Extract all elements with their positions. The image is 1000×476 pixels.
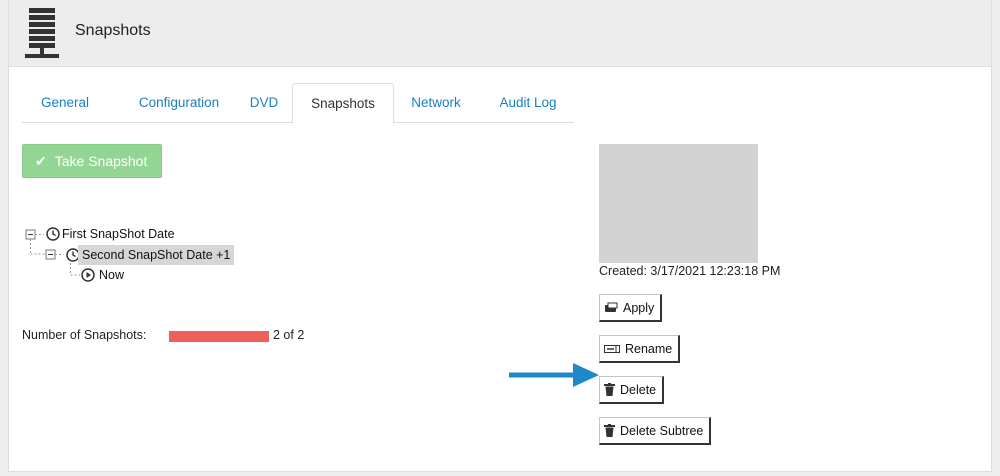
apply-button[interactable]: Apply — [599, 294, 663, 322]
tree-node-label: Now — [99, 268, 125, 282]
tab-dvd[interactable]: DVD — [234, 83, 294, 123]
tab-audit-log[interactable]: Audit Log — [486, 83, 570, 123]
delete-subtree-button[interactable]: Delete Subtree — [599, 417, 712, 445]
snapshots-panel: General Configuration DVD Snapshots Netw… — [8, 66, 992, 472]
snapshot-count-label: Number of Snapshots: — [22, 328, 147, 342]
tab-snapshots[interactable]: Snapshots — [292, 83, 394, 124]
rename-button[interactable]: Rename — [599, 335, 681, 363]
take-snapshot-label: Take Snapshot — [54, 153, 148, 169]
apply-label: Apply — [623, 300, 655, 315]
created-timestamp: Created: 3/17/2021 12:23:18 PM — [599, 264, 781, 278]
history-icon — [46, 227, 60, 241]
rename-label: Rename — [625, 341, 673, 356]
tree-node-now[interactable]: Now — [80, 265, 160, 285]
snapshot-preview — [599, 144, 758, 263]
tab-bar: General Configuration DVD Snapshots Netw… — [22, 83, 574, 124]
rename-icon — [604, 344, 620, 353]
snapshot-count-bar — [169, 331, 269, 342]
tab-configuration[interactable]: Configuration — [114, 83, 244, 123]
trash-icon — [604, 383, 615, 396]
trash-icon — [604, 424, 615, 437]
tree-node-first[interactable]: First SnapShot Date — [45, 224, 215, 244]
annotation-arrow-icon — [509, 363, 599, 387]
delete-label: Delete — [620, 382, 657, 397]
tab-network[interactable]: Network — [398, 83, 474, 123]
tree-node-second[interactable]: Second SnapShot Date +1 — [65, 245, 245, 265]
take-snapshot-button[interactable]: ✔ Take Snapshot — [22, 144, 162, 178]
server-icon — [25, 8, 59, 58]
tab-general[interactable]: General — [22, 83, 108, 123]
tree-node-label: First SnapShot Date — [62, 227, 175, 241]
delete-subtree-label: Delete Subtree — [620, 423, 704, 438]
play-circle-icon — [81, 268, 95, 282]
apply-icon — [605, 302, 618, 312]
check-icon: ✔ — [35, 152, 47, 169]
tree-node-label: Second SnapShot Date +1 — [78, 245, 235, 265]
page-header: Snapshots — [8, 0, 992, 66]
snapshot-count-text: 2 of 2 — [273, 328, 305, 342]
page-title: Snapshots — [75, 22, 151, 39]
delete-button[interactable]: Delete — [599, 376, 665, 404]
